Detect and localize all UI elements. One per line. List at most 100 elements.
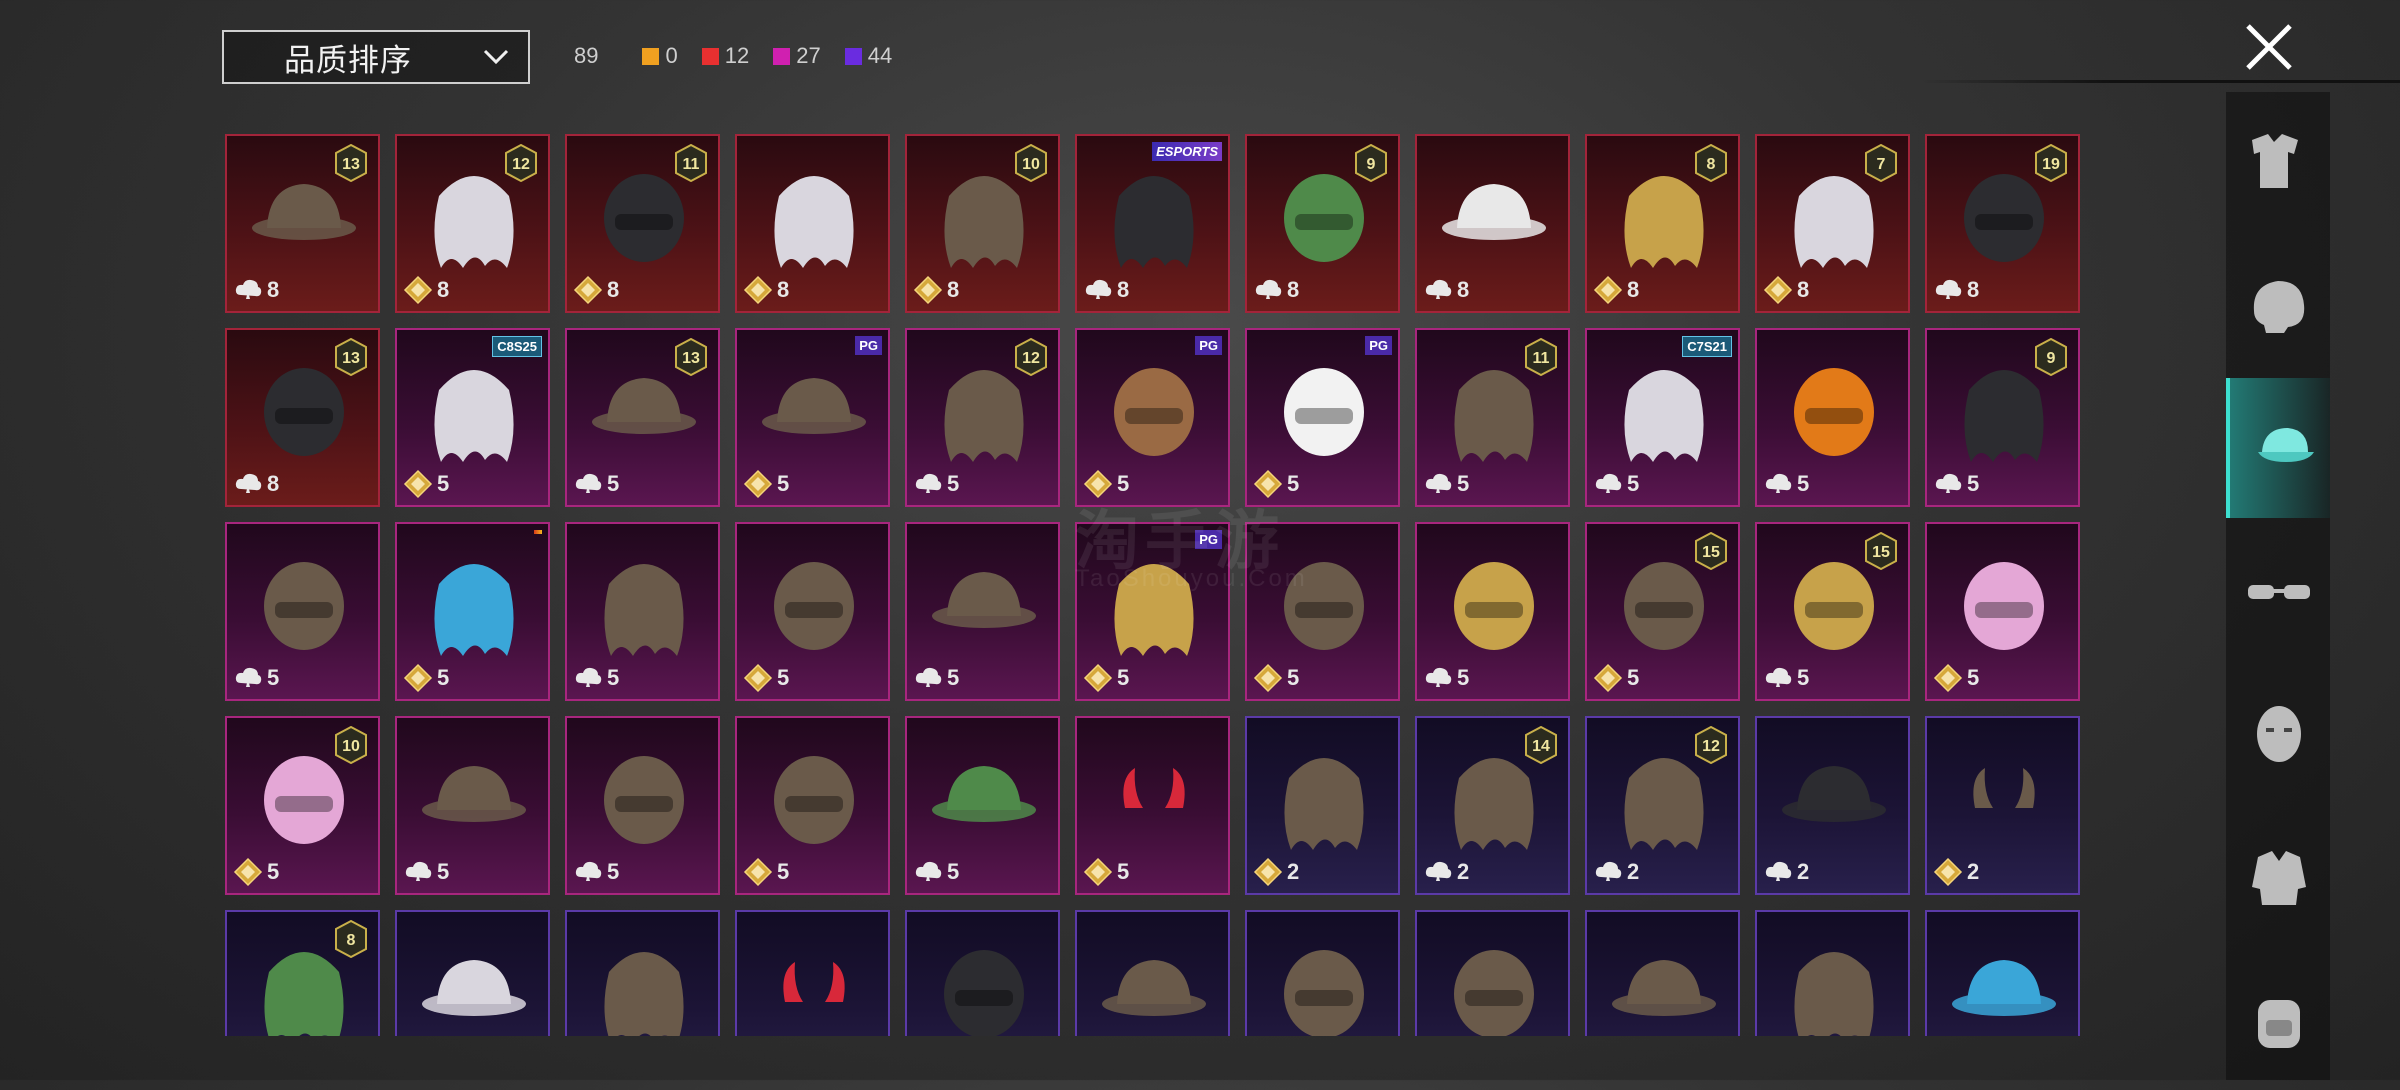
item-card[interactable]: ESPORTS 8 xyxy=(1075,134,1230,313)
level-text: 13 xyxy=(342,156,360,173)
item-card[interactable]: 13 8 xyxy=(225,134,380,313)
item-card[interactable]: C8S25 5 xyxy=(395,328,550,507)
upgrade-cost: 5 xyxy=(403,857,449,887)
cost-value: 5 xyxy=(1967,471,1980,496)
item-card[interactable]: 11 8 xyxy=(565,134,720,313)
nav-head[interactable] xyxy=(2226,235,2330,375)
upgrade-cost: 5 xyxy=(743,857,789,887)
item-card[interactable]: 8 xyxy=(225,910,380,1036)
cloud-material-icon xyxy=(915,667,942,687)
item-card[interactable]: PG 5 xyxy=(1245,328,1400,507)
cloud-material-icon xyxy=(1935,279,1962,299)
level-badge: 13 xyxy=(335,144,367,182)
item-card[interactable]: 15 5 xyxy=(1585,522,1740,701)
cost-value: 2 xyxy=(1457,859,1470,884)
upgrade-cost: 8 xyxy=(1763,275,1809,305)
item-card[interactable]: 8 xyxy=(1415,134,1570,313)
item-card[interactable]: 12 8 xyxy=(395,134,550,313)
nav-face[interactable] xyxy=(2226,664,2330,804)
level-badge: 7 xyxy=(1865,144,1897,182)
item-card[interactable]: 13 5 xyxy=(565,328,720,507)
item-card[interactable]: 5 xyxy=(735,522,890,701)
cricket-helmet-icon xyxy=(1454,950,1534,1036)
item-card[interactable] xyxy=(1415,910,1570,1036)
item-card[interactable] xyxy=(1245,910,1400,1036)
total-count: 89 xyxy=(574,43,599,68)
nav-hat[interactable] xyxy=(2226,378,2330,518)
item-card[interactable]: PG 5 xyxy=(1075,328,1230,507)
cloud-material-icon xyxy=(1765,861,1792,881)
upgrade-cost: 5 xyxy=(573,663,619,693)
upgrade-cost: 8 xyxy=(1593,275,1639,305)
cost-value: 5 xyxy=(1797,471,1810,496)
cost-value: 5 xyxy=(777,471,790,496)
item-card[interactable] xyxy=(735,910,890,1036)
nav-outfit[interactable] xyxy=(2226,92,2330,232)
item-card[interactable] xyxy=(905,910,1060,1036)
item-card[interactable]: 78 xyxy=(1755,134,1910,313)
item-card[interactable]: 5 xyxy=(1415,522,1570,701)
item-card[interactable]: 12 2 xyxy=(1585,716,1740,895)
close-icon[interactable] xyxy=(2240,18,2298,76)
nav-glasses[interactable] xyxy=(2226,521,2330,661)
item-card[interactable]: 2 xyxy=(1755,716,1910,895)
item-card[interactable]: 5 xyxy=(905,716,1060,895)
item-card[interactable]: 95 xyxy=(1925,328,2080,507)
nav-jacket[interactable] xyxy=(2226,807,2330,947)
item-card[interactable] xyxy=(395,910,550,1036)
item-card[interactable]: 11 5 xyxy=(1415,328,1570,507)
item-card[interactable] xyxy=(1585,910,1740,1036)
item-card[interactable]: 5 xyxy=(565,716,720,895)
backpack-icon xyxy=(2258,1000,2300,1048)
item-card[interactable]: C7S21 5 xyxy=(1585,328,1740,507)
cost-value: 8 xyxy=(777,277,790,302)
face-icon xyxy=(2257,706,2301,762)
event-tag: PG xyxy=(1195,336,1222,355)
item-card[interactable]: 19 8 xyxy=(1925,134,2080,313)
level-badge: 14 xyxy=(1525,726,1557,764)
item-card[interactable]: 2 xyxy=(1245,716,1400,895)
item-card[interactable]: 5 xyxy=(395,716,550,895)
item-card[interactable]: 5 xyxy=(1755,328,1910,507)
cost-value: 8 xyxy=(607,277,620,302)
upgrade-cost: 8 xyxy=(233,275,279,305)
item-card[interactable]: 15 5 xyxy=(1755,522,1910,701)
item-card[interactable]: 5 xyxy=(1075,716,1230,895)
item-card[interactable]: 10 8 xyxy=(905,134,1060,313)
cap-goggles-icon xyxy=(762,378,866,434)
item-card[interactable]: 13 8 xyxy=(225,328,380,507)
item-card[interactable]: 5 xyxy=(735,716,890,895)
item-card[interactable]: 12 5 xyxy=(905,328,1060,507)
item-card[interactable]: 5 xyxy=(565,522,720,701)
upgrade-cost: 5 xyxy=(403,469,449,499)
item-card[interactable]: 5 xyxy=(395,522,550,701)
cost-value: 8 xyxy=(1287,277,1300,302)
item-card[interactable]: PG 5 xyxy=(735,328,890,507)
item-card[interactable]: 5 xyxy=(1925,522,2080,701)
upgrade-cost: 5 xyxy=(1933,469,1979,499)
nav-backpack[interactable] xyxy=(2226,950,2330,1090)
item-card[interactable]: 5 xyxy=(225,522,380,701)
glasses-icon xyxy=(2248,585,2310,599)
cost-value: 8 xyxy=(1797,277,1810,302)
item-card[interactable]: 2 xyxy=(1925,716,2080,895)
cost-value: 8 xyxy=(1967,277,1980,302)
item-card[interactable] xyxy=(1925,910,2080,1036)
sort-dropdown[interactable]: 品质排序 xyxy=(222,30,530,84)
item-card[interactable]: 8 xyxy=(735,134,890,313)
item-card[interactable]: 5 xyxy=(905,522,1060,701)
item-card[interactable]: 98 xyxy=(1245,134,1400,313)
item-card[interactable] xyxy=(1075,910,1230,1036)
item-card[interactable] xyxy=(565,910,720,1036)
cost-value: 5 xyxy=(777,665,790,690)
item-card[interactable]: 14 2 xyxy=(1415,716,1570,895)
item-card[interactable] xyxy=(1755,910,1910,1036)
item-card[interactable]: 88 xyxy=(1585,134,1740,313)
event-tag: PG xyxy=(855,336,882,355)
cost-value: 5 xyxy=(437,859,450,884)
cloud-material-icon xyxy=(1425,473,1452,493)
gold-material-icon xyxy=(403,275,433,305)
space-helmet-icon xyxy=(774,756,854,844)
item-card[interactable]: 10 5 xyxy=(225,716,380,895)
upgrade-cost: 5 xyxy=(913,469,959,499)
